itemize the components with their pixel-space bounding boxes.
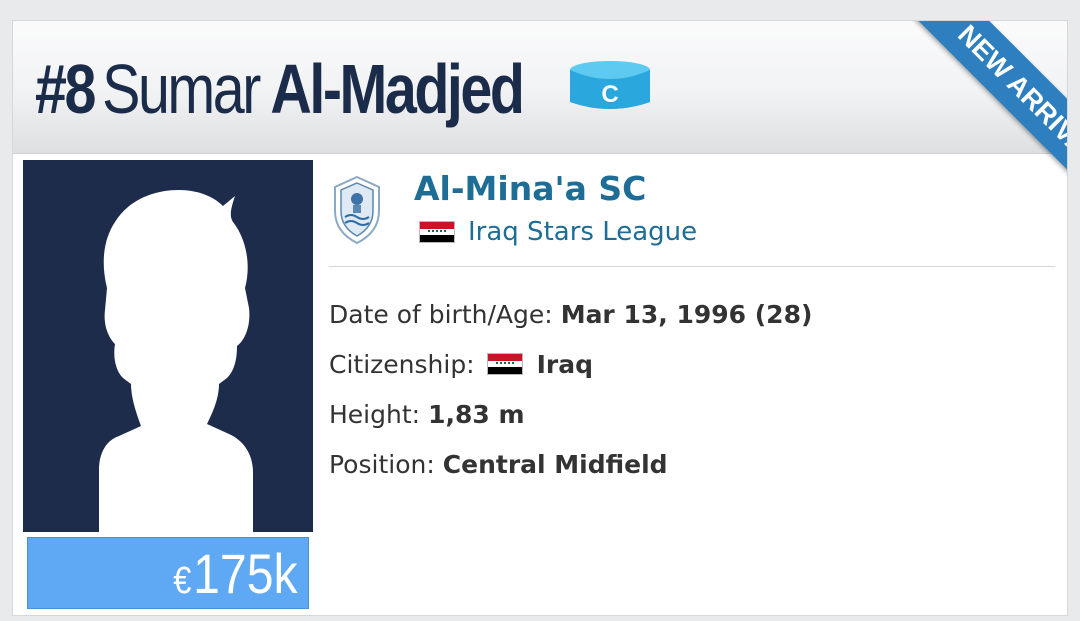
captain-label: C xyxy=(601,81,618,108)
detail-label: Position: xyxy=(329,449,435,479)
club-crest-icon[interactable] xyxy=(331,175,383,245)
club-name-link[interactable]: Al-Mina'a SC xyxy=(414,169,646,208)
player-details: Date of birth/Age: Mar 13, 1996 (28) Cit… xyxy=(329,289,812,489)
market-value-box[interactable]: €175k xyxy=(27,537,309,609)
detail-label: Citizenship: xyxy=(329,349,475,379)
section-divider xyxy=(329,266,1055,267)
detail-row-height: Height: 1,83 m xyxy=(329,389,812,439)
detail-label: Date of birth/Age: xyxy=(329,299,553,329)
league-name: Iraq Stars League xyxy=(468,217,698,247)
detail-value: Mar 13, 1996 (28) xyxy=(560,299,813,329)
detail-row-birth: Date of birth/Age: Mar 13, 1996 (28) xyxy=(329,289,812,339)
player-first-name: Sumar xyxy=(102,50,261,128)
detail-value: 1,83 m xyxy=(428,399,525,429)
detail-value: Central Midfield xyxy=(442,449,668,479)
player-header: #8 Sumar Al-Madjed C xyxy=(13,21,1067,154)
detail-value: Iraq xyxy=(536,349,594,379)
shirt-number: #8 xyxy=(35,50,96,128)
person-silhouette-icon xyxy=(99,190,253,532)
iraq-flag-icon xyxy=(486,353,523,375)
market-value-amount: 175k xyxy=(193,542,298,605)
player-photo-placeholder xyxy=(23,160,313,532)
detail-row-citizenship: Citizenship: Iraq xyxy=(329,339,812,389)
currency-symbol: € xyxy=(173,560,192,602)
player-last-name: Al-Madjed xyxy=(270,50,525,128)
captain-armband-icon: C xyxy=(570,61,650,109)
player-name: #8 Sumar Al-Madjed xyxy=(35,49,525,129)
iraq-flag-icon xyxy=(419,221,455,243)
detail-row-position: Position: Central Midfield xyxy=(329,439,812,489)
detail-label: Height: xyxy=(329,399,421,429)
player-card: #8 Sumar Al-Madjed C NEW ARRIVAL €175k Al-… xyxy=(12,20,1068,616)
market-value: €175k xyxy=(174,542,298,613)
league-link[interactable]: Iraq Stars League xyxy=(419,215,697,249)
